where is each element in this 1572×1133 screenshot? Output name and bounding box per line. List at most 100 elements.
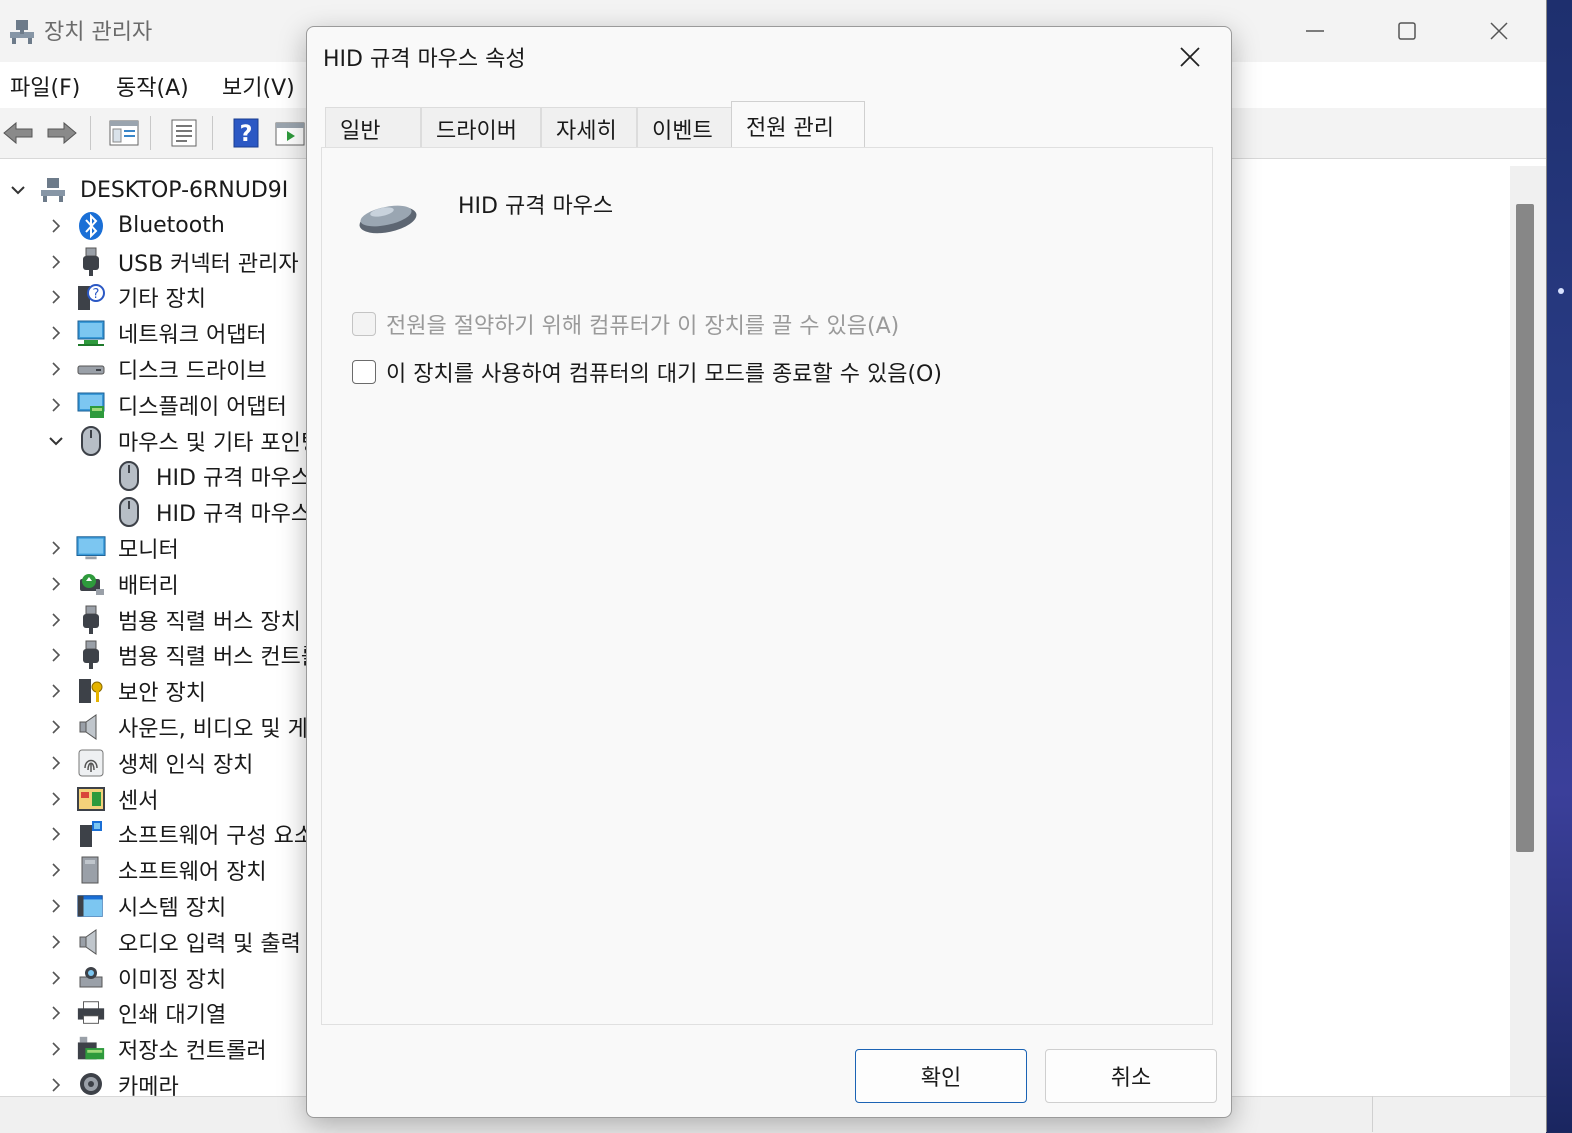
chevron-right-icon [52,971,61,985]
chevron-right-icon [52,899,61,913]
system-device-icon [76,891,106,921]
tree-item-label: HID 규격 마우스 [156,466,312,492]
expand-toggle[interactable] [44,530,68,566]
allow-power-off-checkbox-row[interactable]: 전원을 절약하기 위해 컴퓨터가 이 장치를 끌 수 있음(A) [352,308,899,340]
tree-item-label: Bluetooth [118,213,225,239]
chevron-down-icon [11,186,25,195]
tab-events[interactable]: 이벤트 [637,107,733,149]
properties-button[interactable] [166,116,202,150]
expand-toggle[interactable] [44,208,68,244]
toolbar-separator [150,116,151,150]
vertical-scrollbar[interactable] [1510,166,1546,1096]
expand-toggle[interactable] [44,279,68,315]
show-hide-console-tree-button[interactable] [106,116,142,150]
tab-power-management[interactable]: 전원 관리 [731,101,865,149]
chevron-right-icon [52,326,61,340]
security-device-icon [76,676,106,706]
minimize-button[interactable] [1292,8,1338,54]
display-adapter-icon [76,390,106,420]
expand-toggle[interactable] [44,637,68,673]
tab-general[interactable]: 일반 [325,107,421,149]
device-manager-icon [8,18,36,46]
help-button[interactable]: ? [228,116,264,150]
mouse-icon [114,461,144,492]
maximize-button[interactable] [1384,8,1430,54]
allow-wake-label: 이 장치를 사용하여 컴퓨터의 대기 모드를 종료할 수 있음(O) [386,362,942,387]
close-window-button[interactable] [1476,8,1522,54]
tree-item-label: 저장소 컨트롤러 [118,1039,267,1065]
expand-toggle[interactable] [44,673,68,709]
allow-wake-checkbox[interactable] [352,360,376,384]
forward-button[interactable] [44,116,80,150]
dialog-close-button[interactable] [1167,37,1213,77]
back-button[interactable] [0,116,36,150]
storage-controller-icon [76,1034,106,1064]
tab-label: 일반 [340,118,381,144]
expand-toggle[interactable] [44,960,68,996]
expand-toggle[interactable] [44,852,68,888]
menu-action[interactable]: 동작(A) [116,70,189,102]
imaging-device-icon [76,963,106,993]
tree-item-label: 네트워크 어댑터 [118,323,267,349]
disk-drive-icon [76,354,106,384]
allow-wake-checkbox-row[interactable]: 이 장치를 사용하여 컴퓨터의 대기 모드를 종료할 수 있음(O) [352,356,942,388]
expand-toggle[interactable] [44,924,68,960]
menu-view[interactable]: 보기(V) [222,70,295,102]
minimize-icon [1306,30,1324,32]
expand-toggle[interactable] [44,387,68,423]
expand-toggle[interactable] [44,351,68,387]
desktop-wallpaper [1546,0,1572,1132]
chevron-right-icon [52,255,61,269]
expand-toggle[interactable] [44,781,68,817]
tab-label: 이벤트 [652,118,713,144]
printer-icon [76,998,106,1028]
ok-button[interactable]: 확인 [855,1049,1027,1103]
allow-power-off-checkbox[interactable] [352,312,376,336]
network-adapter-icon [76,318,106,348]
speaker-icon [76,712,106,742]
expand-toggle[interactable] [44,995,68,1031]
collapse-toggle[interactable] [6,172,30,208]
device-name: HID 규격 마우스 [458,194,614,219]
update-driver-button[interactable] [272,116,308,150]
expand-toggle[interactable] [44,1031,68,1067]
tab-label: 드라이버 [436,118,517,144]
chevron-right-icon [52,935,61,949]
tree-item-label: 시스템 장치 [118,896,227,921]
scrollbar-thumb[interactable] [1516,204,1534,852]
expand-toggle[interactable] [44,816,68,852]
chevron-right-icon [52,219,61,233]
expand-toggle[interactable] [44,888,68,924]
tree-item-label: 이미징 장치 [118,967,227,993]
tree-item-label: USB 커넥터 관리자 [118,251,299,277]
chevron-right-icon [52,827,61,841]
window-title: 장치 관리자 [44,20,153,45]
unknown-device-icon: ? [76,282,106,312]
tree-item-label: 보안 장치 [118,681,206,707]
cancel-button[interactable]: 취소 [1045,1049,1217,1103]
expand-toggle[interactable] [44,244,68,280]
expand-toggle[interactable] [44,1067,68,1096]
properties-dialog: HID 규격 마우스 속성 일반 드라이버 자세히 이벤트 전원 관리 HID … [306,26,1232,1118]
svg-text:?: ? [93,287,100,302]
arrow-left-icon [3,121,33,145]
tab-driver[interactable]: 드라이버 [421,107,541,149]
expand-toggle[interactable] [44,709,68,745]
usb-icon [76,640,106,670]
power-management-panel: HID 규격 마우스 전원을 절약하기 위해 컴퓨터가 이 장치를 끌 수 있음… [321,147,1213,1025]
mouse-icon [76,425,106,456]
chevron-right-icon [52,684,61,698]
collapse-toggle[interactable] [44,423,68,459]
chevron-right-icon [52,362,61,376]
battery-icon [76,569,106,599]
usb-icon [76,605,106,635]
expand-toggle[interactable] [44,315,68,351]
expand-toggle[interactable] [44,745,68,781]
expand-toggle[interactable] [44,602,68,638]
software-device-icon [76,855,106,885]
expand-toggle[interactable] [44,566,68,602]
menu-file[interactable]: 파일(F) [10,70,80,102]
tree-item-label: 센서 [118,788,159,814]
tab-details[interactable]: 자세히 [541,107,637,149]
tree-item-label: 모니터 [118,538,179,563]
